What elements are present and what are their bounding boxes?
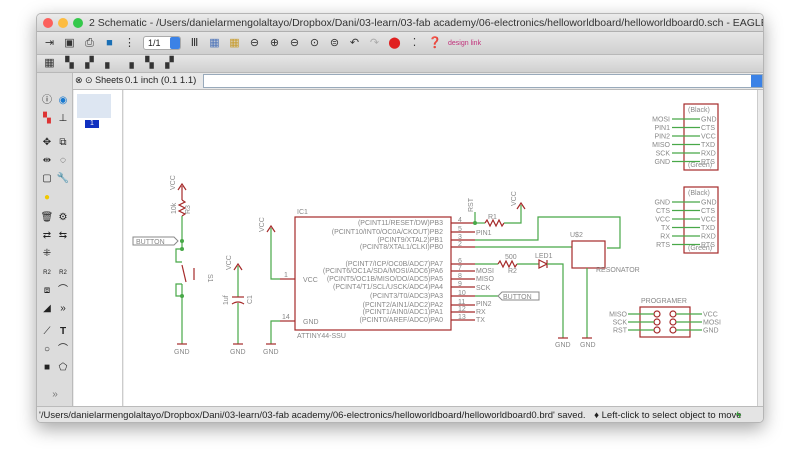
board-icon[interactable]: ▦ [208,37,221,50]
name-icon[interactable]: R2 [40,266,54,280]
text-icon[interactable]: T [56,325,70,339]
sheet-thumbnail[interactable] [77,94,111,118]
zoom-select-icon[interactable]: ⊙ [308,37,321,50]
stop-icon[interactable]: ⬤ [388,37,401,50]
close-window-button[interactable] [43,18,53,28]
chevron-updown-icon [170,37,180,49]
cam-icon[interactable]: ■ [103,37,116,50]
sheets-header: ⊗ ⊙ Sheets [75,75,124,85]
command-bar: ⊗ ⊙ Sheets 0.1 inch (0.1 1.1) [37,73,763,90]
optimize-icon[interactable]: » [56,302,70,316]
split-icon[interactable]: ◢ [40,302,54,316]
schematic-canvas[interactable] [124,90,758,406]
rotate-icon[interactable]: ◌ [56,154,70,168]
design-link-button[interactable]: design link [448,40,481,47]
add-icon[interactable]: ⚙ [56,211,70,225]
rect-icon[interactable]: ■ [40,361,54,375]
display-icon[interactable]: ▚ [40,112,54,126]
layer-icon[interactable]: ▞ [163,57,176,70]
pinswap-icon[interactable]: ⇄ [40,229,54,243]
smash-icon[interactable]: ⧈ [40,284,54,298]
mark-icon[interactable]: ⊥ [56,112,70,126]
help-icon[interactable]: ❓ [428,37,442,50]
layer-icon[interactable]: ▖ [103,57,116,70]
layer-icon[interactable]: ▞ [83,57,96,70]
undo-icon[interactable]: ↶ [348,37,361,50]
redo-icon[interactable]: ↷ [368,37,381,50]
grid-toolbar: ▦ ▚ ▞ ▖ ▗ ▚ ▞ [37,55,763,73]
save-icon[interactable]: ▣ [63,37,76,50]
chevron-down-icon[interactable] [751,75,762,87]
library-icon[interactable]: Ⅲ [188,37,201,50]
expand-icon[interactable]: » [48,388,62,402]
move-icon[interactable]: ✥ [40,136,54,150]
zoom-fit-icon[interactable]: ⊖ [248,37,261,50]
power-icon: ϟ [735,410,741,421]
status-message: '/Users/danielarmengolaltayo/Dropbox/Dan… [39,410,586,421]
mirror-icon[interactable]: ⇹ [40,154,54,168]
sheet-select[interactable]: 1/1 [143,36,181,50]
tool-palette: ⓘ ◉ ▚ ⊥ ✥ ⧉ ⇹ ◌ ▢ 🔧 ● 🗑 ⚙ ⇄ ⇆ ⁜ R2 R2 ⧈ … [37,73,73,406]
invoke-icon[interactable]: ⁜ [40,247,54,261]
print-icon[interactable]: ⎙ [83,37,96,50]
title-bar: 2 Schematic - /Users/danielarmengolaltay… [37,14,763,32]
delete-icon[interactable]: 🗑 [40,211,54,225]
sheet-icon[interactable]: ⋮ [123,37,136,50]
circle-icon[interactable]: ○ [40,343,54,357]
miter-icon[interactable]: ⌒ [56,284,70,298]
grid-label: 0.1 inch (0.1 1.1) [125,75,197,86]
zoom-out-icon[interactable]: ⊖ [288,37,301,50]
show-icon[interactable]: ◉ [56,94,70,108]
eagle-window: 2 Schematic - /Users/danielarmengolaltay… [36,13,764,423]
open-icon[interactable]: ⇥ [43,37,56,50]
status-bar: '/Users/danielarmengolaltayo/Dropbox/Dan… [37,406,763,422]
minimize-window-button[interactable] [58,18,68,28]
info-icon[interactable]: ⓘ [40,94,54,108]
group-icon[interactable]: ▢ [40,172,54,186]
zoom-redraw-icon[interactable]: ⊜ [328,37,341,50]
zoom-window-button[interactable] [73,18,83,28]
schematic-icon[interactable]: ▦ [228,37,241,50]
layer-icon[interactable]: ▚ [63,57,76,70]
sheet-number[interactable]: 1 [85,120,99,128]
arc-icon[interactable]: ⌒ [56,343,70,357]
grid-icon[interactable]: ▦ [43,57,56,70]
layer-icon[interactable]: ▗ [123,57,136,70]
status-hint: ♦ Left-click to select object to move [594,410,742,421]
replace-icon[interactable]: ⇆ [56,229,70,243]
wire-icon[interactable]: ⟋ [40,325,54,339]
zoom-in-icon[interactable]: ⊕ [268,37,281,50]
command-input[interactable] [203,74,763,88]
main-toolbar: ⇥ ▣ ⎙ ■ ⋮ 1/1 Ⅲ ▦ ▦ ⊖ ⊕ ⊖ ⊙ ⊜ ↶ ↷ ⬤ ⁚ ❓ … [37,32,763,55]
sheets-panel: 1 [74,90,123,406]
value-icon[interactable]: R2 [56,266,70,280]
go-icon[interactable]: ⁚ [408,37,421,50]
polygon-icon[interactable]: ⬠ [56,361,70,375]
layer-icon[interactable]: ▚ [143,57,156,70]
window-title: 2 Schematic - /Users/danielarmengolaltay… [89,17,764,29]
copy-icon[interactable]: ⧉ [56,136,70,150]
paste-icon[interactable]: ● [40,191,54,205]
wrench-icon[interactable]: 🔧 [56,172,70,186]
